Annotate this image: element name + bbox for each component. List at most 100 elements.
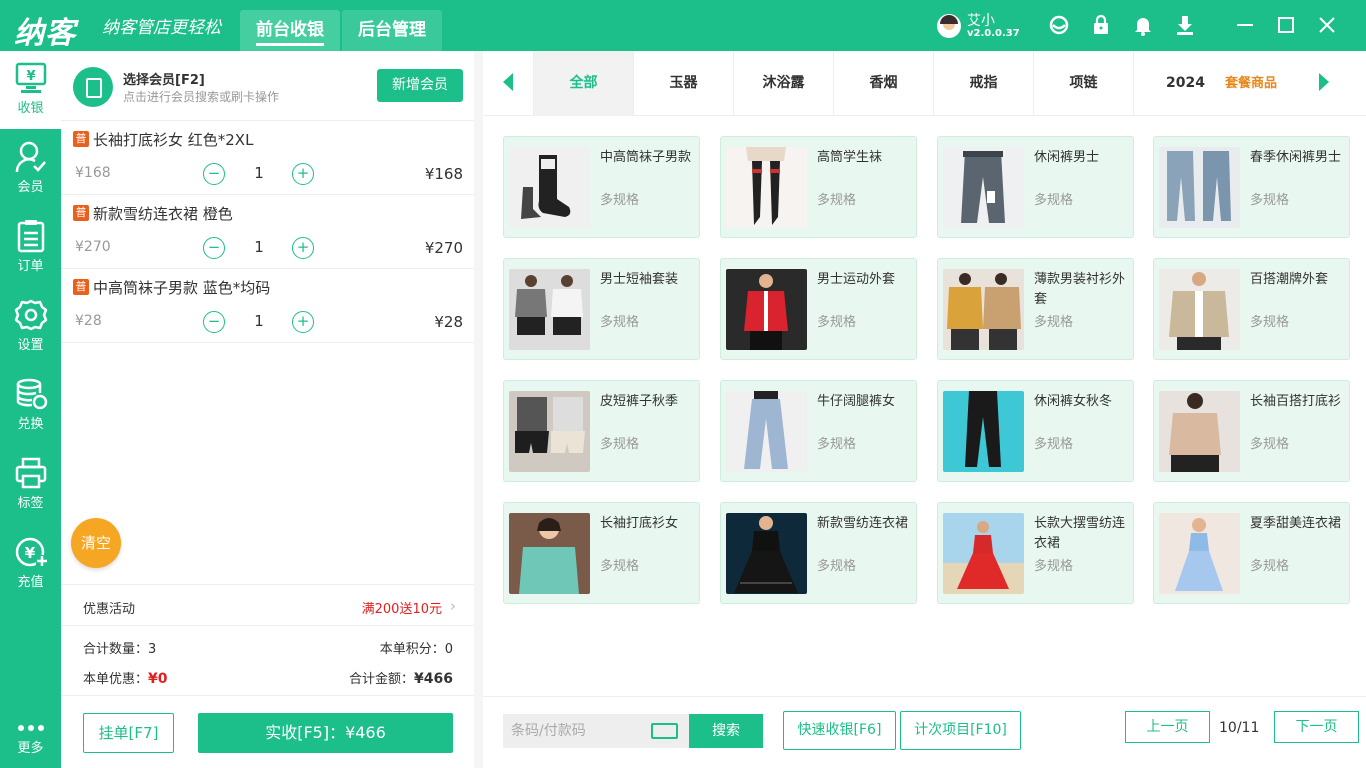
item-qty[interactable]: 1 [249,164,269,182]
tab-front-cashier[interactable]: 前台收银 [240,10,340,51]
nav-cashier[interactable]: ¥ 收银 [0,51,61,129]
product-card[interactable]: 春季休闲裤男士 多规格 [1153,136,1350,238]
decrease-qty-button[interactable]: − [203,237,225,259]
product-card[interactable]: 牛仔阔腿裤女 多规格 [720,380,917,482]
product-name: 牛仔阔腿裤女 [817,392,912,412]
product-spec: 多规格 [1250,189,1289,208]
nav-label: 会员 [0,176,61,195]
product-spec: 多规格 [1034,189,1073,208]
hold-order-button[interactable]: 挂单[F7] [83,713,174,753]
svg-text:¥: ¥ [24,544,35,562]
product-card[interactable]: 男士运动外套 多规格 [720,258,917,360]
nav-member[interactable]: 会员 [0,130,61,208]
decrease-qty-button[interactable]: − [203,163,225,185]
item-name: 长袖打底衫女 红色*2XL [93,129,253,150]
product-name: 中高筒袜子男款 [600,148,695,168]
regular-tag: 普 [73,205,89,221]
nav-label: 充值 [0,571,61,590]
product-card[interactable]: 高筒学生袜 多规格 [720,136,917,238]
nav-label: 兑换 [0,413,61,432]
item-price: ¥270 [75,239,111,255]
nav-label-print[interactable]: 标签 [0,446,61,524]
checkout-button[interactable]: 实收[F5]：¥466 [198,713,453,753]
product-card[interactable]: 长袖百搭打底衫 多规格 [1153,380,1350,482]
decrease-qty-button[interactable]: − [203,311,225,333]
product-card[interactable]: 百搭潮牌外套 多规格 [1153,258,1350,360]
item-qty[interactable]: 1 [249,312,269,330]
product-name: 百搭潮牌外套 [1250,270,1345,290]
product-name: 长款大摆雪纺连衣裙 [1034,514,1129,554]
minimize-icon[interactable] [1234,14,1256,36]
cart-item[interactable]: 普 长袖打底衫女 红色*2XL ¥168 − 1 + ¥168 [61,121,474,195]
product-card[interactable]: 休闲裤女秋冬 多规格 [937,380,1134,482]
svg-text:¥: ¥ [26,69,35,84]
product-card[interactable]: 薄款男装衬衫外套 多规格 [937,258,1134,360]
category-tab[interactable]: 2024 [1133,51,1203,116]
add-member-button[interactable]: 新增会员 [377,69,463,102]
member-select[interactable]: 选择会员[F2] 点击进行会员搜索或刷卡操作 新增会员 [61,51,474,121]
page-indicator: 10/11 [1219,720,1259,736]
promotion-row[interactable]: 优惠活动 满200送10元 › [61,584,474,626]
nav-label: 标签 [0,492,61,511]
product-card[interactable]: 长款大摆雪纺连衣裙 多规格 [937,502,1134,604]
product-card[interactable]: 中高筒袜子男款 多规格 [503,136,700,238]
lock-icon[interactable] [1090,14,1112,36]
product-image [726,147,807,228]
product-image [1159,513,1240,594]
keyboard-icon[interactable] [651,723,678,739]
product-card[interactable]: 长袖打底衫女 多规格 [503,502,700,604]
tab-back-admin[interactable]: 后台管理 [342,10,442,51]
category-tab[interactable]: 项链 [1033,51,1133,116]
member-icon [14,140,48,174]
product-name: 长袖打底衫女 [600,514,695,534]
category-next-icon[interactable] [1319,73,1329,91]
nav-settings[interactable]: 设置 [0,288,61,366]
left-nav: ¥ 收银 会员 订单 设置 [0,51,61,768]
category-tab[interactable]: 沐浴露 [733,51,833,116]
increase-qty-button[interactable]: + [292,311,314,333]
product-card[interactable]: 皮短裤子秋季 多规格 [503,380,700,482]
product-spec: 多规格 [600,433,639,452]
clear-cart-button[interactable]: 清空 [71,518,121,568]
product-spec: 多规格 [1034,433,1073,452]
cart-item[interactable]: 普 新款雪纺连衣裙 橙色 ¥270 − 1 + ¥270 [61,195,474,269]
prev-page-button[interactable]: 上一页 [1125,711,1210,743]
nav-more[interactable]: 更多 [0,705,61,765]
download-icon[interactable] [1174,14,1196,36]
category-tab[interactable]: 玉器 [633,51,733,116]
nav-recharge[interactable]: ¥ 充值 [0,525,61,603]
product-card[interactable]: 男士短袖套装 多规格 [503,258,700,360]
product-image [509,269,590,350]
category-tab-package[interactable]: 套餐商品 [1203,51,1299,116]
product-card[interactable]: 休闲裤男士 多规格 [937,136,1134,238]
more-icon [14,721,48,735]
search-button[interactable]: 搜索 [689,714,763,748]
category-tab[interactable]: 戒指 [933,51,1033,116]
increase-qty-button[interactable]: + [292,237,314,259]
category-prev-icon[interactable] [503,73,513,91]
order-points: 本单积分：0 [380,638,453,657]
regular-tag: 普 [73,131,89,147]
product-card[interactable]: 夏季甜美连衣裙 多规格 [1153,502,1350,604]
item-qty[interactable]: 1 [249,238,269,256]
count-item-button[interactable]: 计次项目[F10] [900,711,1021,750]
product-card[interactable]: 新款雪纺连衣裙 多规格 [720,502,917,604]
nav-exchange[interactable]: 兑换 [0,367,61,445]
item-price: ¥28 [75,313,102,329]
product-image [726,391,807,472]
cart-item[interactable]: 普 中高筒袜子男款 蓝色*均码 ¥28 − 1 + ¥28 [61,269,474,343]
maximize-icon[interactable] [1275,14,1297,36]
nav-order[interactable]: 订单 [0,209,61,287]
product-name: 休闲裤女秋冬 [1034,392,1129,412]
settings-icon [14,298,48,332]
close-icon[interactable] [1316,14,1338,36]
category-tab[interactable]: 全部 [533,51,633,116]
increase-qty-button[interactable]: + [292,163,314,185]
bell-icon[interactable] [1132,14,1154,36]
customer-service-icon[interactable] [1048,14,1070,36]
quick-pay-button[interactable]: 快速收银[F6] [783,711,896,750]
category-tab[interactable]: 香烟 [833,51,933,116]
product-spec: 多规格 [1034,311,1073,330]
product-spec: 多规格 [600,189,639,208]
next-page-button[interactable]: 下一页 [1274,711,1359,743]
